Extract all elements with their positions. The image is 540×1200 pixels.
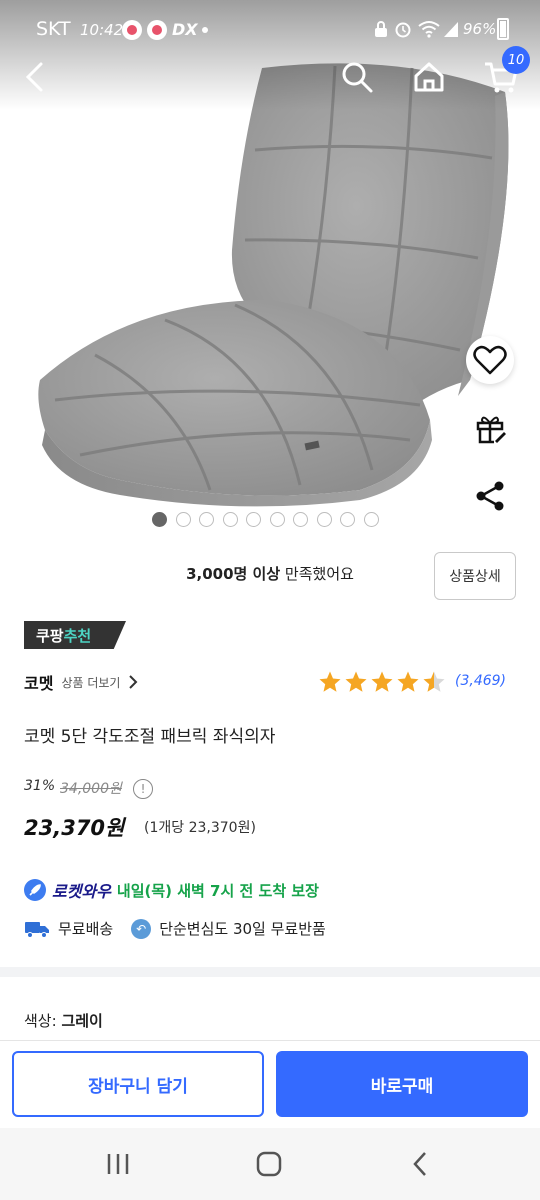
pagination-dot[interactable] bbox=[340, 512, 355, 527]
satisfied-suffix: 만족했어요 bbox=[284, 565, 354, 583]
shipping-info-row: 무료배송 ↶ 단순변심도 30일 무료반품 bbox=[24, 918, 326, 939]
arrival-guarantee: 내일(목) 새벽 7시 전 도착 보장 bbox=[116, 881, 319, 900]
wifi-icon bbox=[418, 21, 440, 38]
gift-button[interactable] bbox=[466, 404, 514, 452]
back-arrow-icon bbox=[413, 1152, 426, 1176]
add-to-cart-button[interactable]: 장바구니 담기 bbox=[12, 1051, 264, 1117]
image-pagination[interactable] bbox=[152, 512, 379, 527]
star-icon bbox=[345, 671, 367, 692]
recent-apps-button[interactable] bbox=[88, 1144, 148, 1184]
back-button[interactable] bbox=[10, 52, 60, 102]
color-option[interactable]: 색상: 그레이 bbox=[24, 1010, 103, 1031]
pagination-dot[interactable] bbox=[175, 512, 191, 527]
free-shipping-label: 무료배송 bbox=[58, 920, 114, 938]
signal-icon bbox=[444, 22, 458, 37]
pagination-dot[interactable] bbox=[316, 512, 332, 527]
buy-now-button[interactable]: 바로구매 bbox=[276, 1051, 528, 1117]
pagination-dot[interactable] bbox=[246, 512, 261, 527]
battery-icon bbox=[497, 18, 509, 40]
free-return-label: 단순변심도 30일 무료반품 bbox=[159, 920, 326, 938]
discount-rate: 31% bbox=[24, 778, 56, 794]
star-icon bbox=[319, 671, 341, 692]
brand-link[interactable]: 코멧 상품 더보기 bbox=[24, 670, 138, 694]
home-square-icon bbox=[256, 1151, 282, 1177]
star-icon bbox=[397, 671, 419, 692]
pagination-dot[interactable] bbox=[222, 512, 238, 527]
pagination-dot[interactable] bbox=[293, 512, 308, 527]
return-icon: ↶ bbox=[131, 918, 152, 939]
color-option-label: 색상: bbox=[24, 1012, 57, 1030]
alarm-icon bbox=[395, 22, 411, 38]
rating-stars[interactable] bbox=[318, 670, 446, 694]
home-system-button[interactable] bbox=[239, 1144, 299, 1184]
product-title: 코멧 5단 각도조절 패브릭 좌식의자 bbox=[24, 727, 276, 747]
home-button[interactable] bbox=[404, 52, 454, 102]
product-detail-button[interactable]: 상품상세 bbox=[434, 552, 516, 600]
truck-icon bbox=[25, 921, 49, 938]
wishlist-button[interactable] bbox=[466, 336, 514, 384]
brand-more-label: 상품 더보기 bbox=[61, 675, 121, 690]
gift-icon bbox=[476, 416, 506, 444]
unit-price: (1개당 23,370원) bbox=[144, 820, 256, 836]
badge-highlight: 추천 bbox=[63, 626, 92, 645]
pagination-dot[interactable] bbox=[152, 512, 167, 527]
status-time: 10:42 bbox=[80, 21, 124, 39]
app-notification-label: DX bbox=[172, 20, 198, 39]
notification-icon bbox=[122, 20, 142, 40]
color-option-value: 그레이 bbox=[61, 1012, 103, 1030]
recent-apps-icon bbox=[107, 1154, 129, 1174]
brand-name: 코멧 bbox=[24, 674, 54, 693]
star-icon bbox=[423, 671, 445, 692]
sale-price: 23,370원 bbox=[24, 816, 125, 840]
system-back-button[interactable] bbox=[390, 1144, 450, 1184]
product-image-gallery[interactable] bbox=[0, 0, 540, 545]
coupang-recommend-badge: 쿠팡 추천 bbox=[24, 621, 126, 649]
pagination-dot[interactable] bbox=[199, 512, 214, 527]
cart-count-badge: 10 bbox=[502, 46, 530, 74]
more-notifications-icon bbox=[202, 27, 208, 33]
original-price: 34,000원 bbox=[60, 781, 122, 797]
purchase-action-bar: 장바구니 담기 바로구매 bbox=[0, 1040, 540, 1128]
star-icon bbox=[371, 671, 393, 692]
lock-icon bbox=[375, 21, 387, 37]
battery-percent: 96% bbox=[463, 20, 497, 38]
satisfied-count: 3,000명 이상 bbox=[186, 565, 281, 583]
section-divider bbox=[0, 967, 540, 977]
pagination-dot[interactable] bbox=[269, 512, 285, 527]
share-icon bbox=[476, 481, 504, 511]
system-navigation-bar bbox=[0, 1128, 540, 1200]
home-icon bbox=[414, 62, 444, 92]
share-button[interactable] bbox=[466, 472, 514, 520]
carrier-label: SKT bbox=[36, 18, 71, 40]
notification-icon bbox=[147, 20, 167, 40]
info-icon[interactable]: ! bbox=[133, 779, 153, 799]
pagination-dot[interactable] bbox=[363, 512, 379, 527]
chevron-right-icon bbox=[129, 675, 138, 689]
rocket-delivery-row: 로켓와우 내일(목) 새벽 7시 전 도착 보장 bbox=[24, 878, 319, 902]
rocket-wow-label: 로켓와우 bbox=[52, 882, 111, 901]
rocket-icon bbox=[24, 879, 46, 901]
badge-prefix: 쿠팡 bbox=[36, 626, 64, 645]
status-bar: SKT 10:42 DX 96% bbox=[0, 0, 540, 58]
chevron-left-icon bbox=[25, 62, 43, 92]
search-button[interactable] bbox=[332, 52, 382, 102]
heart-icon bbox=[473, 345, 507, 375]
review-count[interactable]: (3,469) bbox=[455, 673, 506, 689]
search-icon bbox=[342, 62, 373, 93]
